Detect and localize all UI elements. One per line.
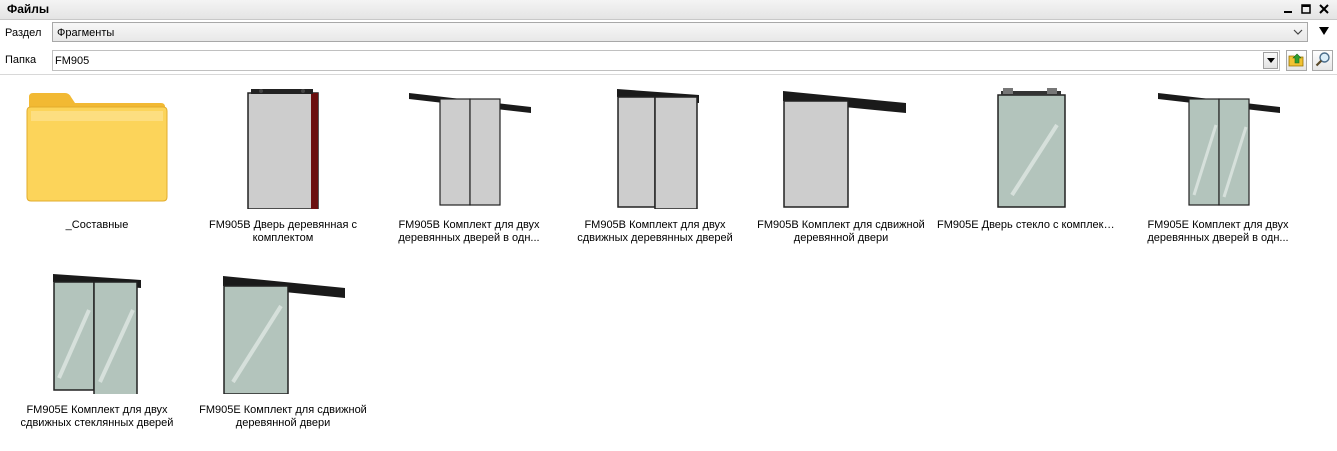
minimize-icon[interactable] xyxy=(1281,1,1295,17)
folder-up-button[interactable] xyxy=(1286,50,1307,71)
door-thumbnail xyxy=(193,85,373,210)
title-bar: Файлы xyxy=(0,0,1337,20)
door-thumbnail xyxy=(565,85,745,210)
folder-label: Папка xyxy=(5,54,37,66)
item-caption: _Составные xyxy=(65,219,129,231)
door-thumbnail xyxy=(193,270,373,395)
folder-combo[interactable]: FM905 xyxy=(52,50,1280,71)
window-controls xyxy=(1281,1,1331,17)
folder-row: Папка FM905 xyxy=(0,48,1337,75)
item-caption: FM905B Комплект для сдвижной деревянной д… xyxy=(757,219,925,244)
folder-up-icon xyxy=(1288,52,1305,70)
door-thumbnail xyxy=(1128,85,1308,209)
item-caption: FM905E Комплект для сдвижной деревянной д… xyxy=(199,404,367,429)
section-row: Раздел Фрагменты xyxy=(0,21,1337,45)
item-caption: FM905E Дверь стекло с комплектом xyxy=(937,219,1117,231)
chevron-down-icon xyxy=(1292,26,1304,41)
section-label: Раздел xyxy=(5,27,42,39)
folder-icon xyxy=(7,85,187,209)
door-thumbnail xyxy=(7,270,187,397)
folder-value: FM905 xyxy=(55,55,90,67)
door-thumbnail xyxy=(937,85,1117,209)
menu-triangle-icon[interactable] xyxy=(1318,26,1330,39)
search-button[interactable] xyxy=(1312,50,1333,71)
item-caption: FM905B Комплект для двух деревянных двере… xyxy=(398,219,540,244)
close-icon[interactable] xyxy=(1317,1,1331,17)
dropdown-arrow-icon[interactable] xyxy=(1263,52,1278,69)
search-icon xyxy=(1315,51,1331,70)
item-caption: FM905E Комплект для двух деревянных двере… xyxy=(1147,219,1289,244)
section-value: Фрагменты xyxy=(57,27,115,39)
maximize-icon[interactable] xyxy=(1299,1,1313,17)
section-select[interactable]: Фрагменты xyxy=(52,22,1308,42)
item-caption: FM905B Комплект для двух сдвижных деревян… xyxy=(577,219,733,244)
window-title: Файлы xyxy=(7,2,50,16)
item-caption: FM905B Дверь деревянная с комплектом xyxy=(208,219,358,244)
door-thumbnail xyxy=(379,85,559,209)
item-caption: FM905E Комплект для двух сдвижных стеклян… xyxy=(20,404,174,429)
door-thumbnail xyxy=(751,85,931,209)
